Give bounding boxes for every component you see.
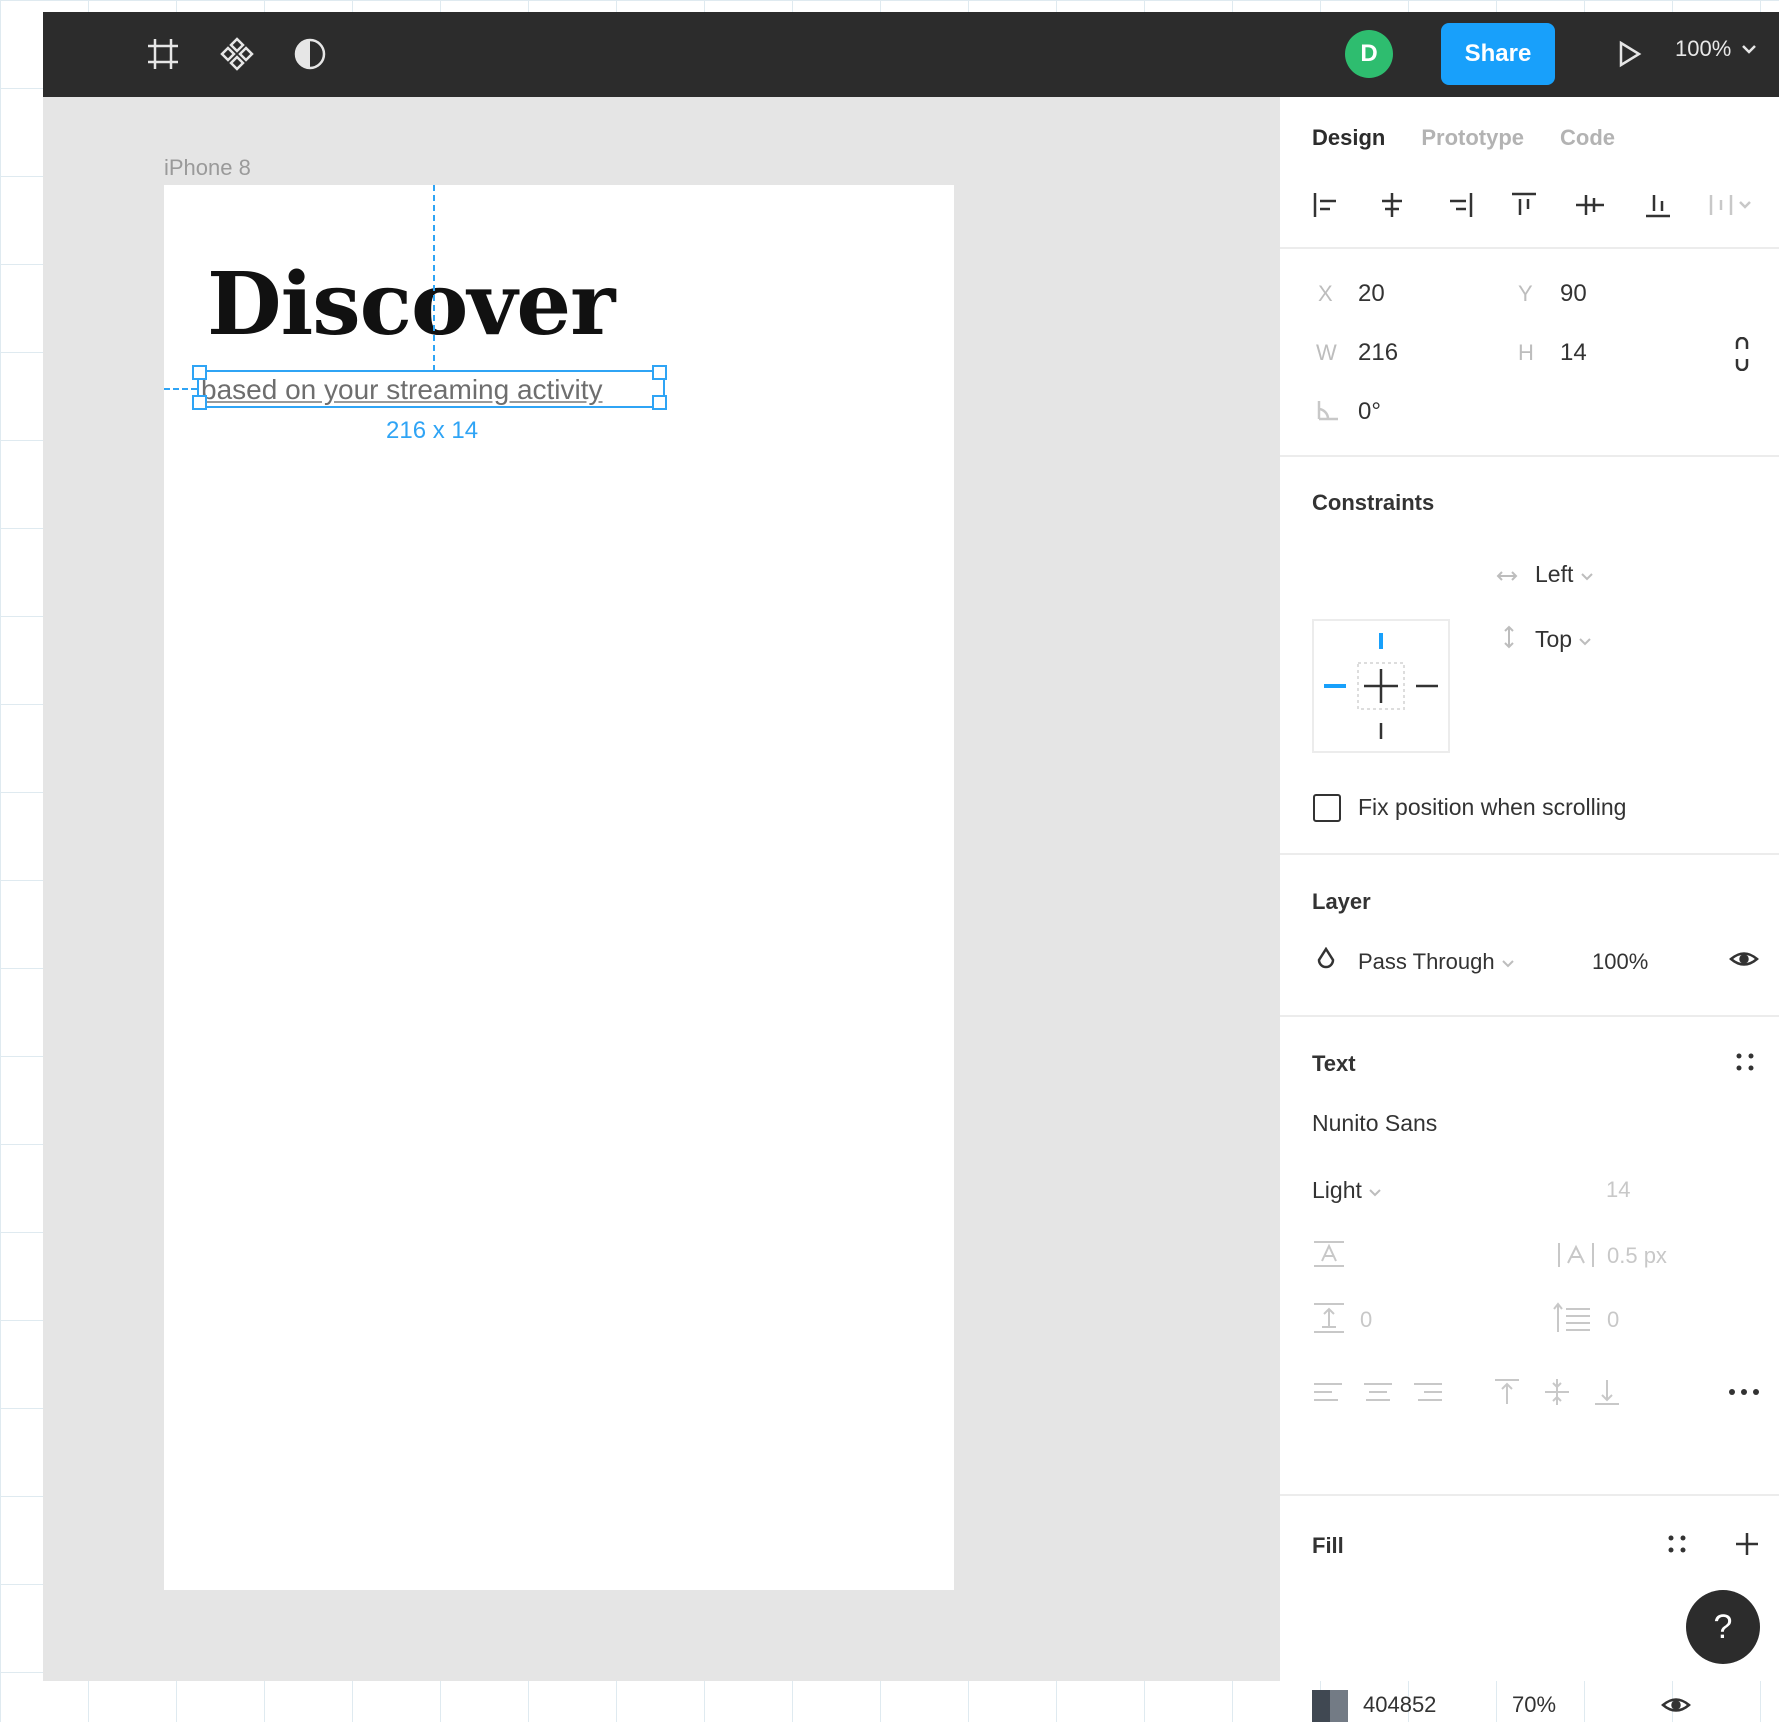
y-label: Y bbox=[1518, 281, 1533, 306]
chevron-down-icon bbox=[1581, 573, 1593, 581]
auto-height-icon[interactable] bbox=[1312, 1239, 1346, 1269]
letter-spacing-icon bbox=[1558, 1243, 1594, 1267]
letter-spacing-input[interactable]: 0.5 px bbox=[1607, 1243, 1667, 1269]
zoom-dropdown[interactable]: 100% bbox=[1675, 36, 1757, 62]
heading-text-layer[interactable]: Discover bbox=[207, 262, 615, 348]
frame-icon[interactable] bbox=[141, 32, 185, 76]
resize-handle-top-left[interactable] bbox=[192, 365, 207, 380]
divider bbox=[1280, 247, 1779, 249]
align-bottom-icon[interactable] bbox=[1642, 191, 1674, 219]
alignment-toolbar bbox=[1312, 185, 1762, 225]
contrast-icon[interactable] bbox=[288, 32, 332, 76]
x-label: X bbox=[1318, 281, 1333, 306]
line-height-icon bbox=[1314, 1303, 1344, 1333]
rotation-icon bbox=[1317, 401, 1338, 421]
figma-window: D Share 100% iPhone 8 Discover based on … bbox=[43, 12, 1779, 1722]
fill-opacity-input[interactable]: 70% bbox=[1512, 1692, 1556, 1718]
avatar[interactable]: D bbox=[1345, 30, 1393, 78]
fill-visibility-eye-icon[interactable] bbox=[1661, 1694, 1691, 1716]
h-input[interactable]: 14 bbox=[1560, 339, 1587, 367]
align-top-icon[interactable] bbox=[1508, 191, 1540, 219]
vertical-align-bottom-icon[interactable] bbox=[1592, 1377, 1622, 1407]
eye-icon[interactable] bbox=[1729, 948, 1759, 970]
font-weight-value: Light bbox=[1312, 1177, 1362, 1203]
play-icon[interactable] bbox=[1608, 32, 1652, 76]
selection-dimensions: 216 x 14 bbox=[386, 417, 479, 444]
font-size-input[interactable]: 14 bbox=[1606, 1177, 1630, 1203]
constrain-proportions-icon[interactable] bbox=[1733, 337, 1751, 371]
font-weight-select[interactable]: Light bbox=[1312, 1177, 1382, 1204]
divider bbox=[1280, 1494, 1779, 1496]
constraints-title: Constraints bbox=[1312, 490, 1435, 515]
w-input[interactable]: 216 bbox=[1358, 339, 1398, 367]
layer-title: Layer bbox=[1312, 889, 1371, 914]
blend-mode-select[interactable]: Pass Through bbox=[1358, 949, 1515, 975]
fill-title: Fill bbox=[1312, 1533, 1344, 1558]
line-height-input[interactable]: 0 bbox=[1360, 1307, 1372, 1333]
text-align-left-icon[interactable] bbox=[1312, 1381, 1344, 1403]
vertical-align-top-icon[interactable] bbox=[1492, 1377, 1522, 1407]
zoom-value: 100% bbox=[1675, 36, 1732, 61]
fill-hex-input[interactable]: 404852 bbox=[1363, 1692, 1436, 1718]
fix-position-checkbox[interactable] bbox=[1313, 794, 1341, 822]
blend-mode-value: Pass Through bbox=[1358, 949, 1495, 974]
horizontal-constraint-select[interactable]: Left bbox=[1535, 561, 1594, 588]
vertical-constraint-icon bbox=[1504, 625, 1514, 649]
tab-code[interactable]: Code bbox=[1560, 125, 1615, 151]
chevron-down-icon bbox=[1579, 638, 1592, 646]
vertical-align-middle-icon[interactable] bbox=[1542, 1377, 1572, 1407]
divider bbox=[1280, 853, 1779, 855]
vertical-constraint-value: Top bbox=[1535, 626, 1573, 652]
chevron-down-icon bbox=[1369, 1189, 1381, 1197]
text-title: Text bbox=[1312, 1051, 1356, 1076]
styles-grid-icon[interactable] bbox=[1734, 1051, 1756, 1073]
resize-handle-bottom-left[interactable] bbox=[192, 395, 207, 410]
tab-design[interactable]: Design bbox=[1312, 125, 1385, 151]
share-button[interactable]: Share bbox=[1441, 23, 1555, 85]
align-vertical-center-icon[interactable] bbox=[1574, 191, 1606, 219]
h-label: H bbox=[1518, 340, 1534, 365]
horizontal-constraint-value: Left bbox=[1535, 561, 1574, 587]
align-right-icon[interactable] bbox=[1442, 191, 1474, 219]
divider bbox=[1280, 455, 1779, 457]
constraint-widget[interactable] bbox=[1312, 619, 1450, 753]
x-input[interactable]: 20 bbox=[1358, 280, 1385, 308]
paragraph-spacing-icon bbox=[1553, 1302, 1590, 1332]
text-align-center-icon[interactable] bbox=[1362, 1381, 1394, 1403]
resize-handle-bottom-right[interactable] bbox=[652, 395, 667, 410]
distribute-spacing-icon[interactable] bbox=[1708, 191, 1758, 219]
add-fill-icon[interactable] bbox=[1734, 1531, 1760, 1557]
vertical-constraint-select[interactable]: Top bbox=[1535, 626, 1592, 653]
font-family-select[interactable]: Nunito Sans bbox=[1312, 1110, 1437, 1137]
fill-color-swatch[interactable] bbox=[1312, 1690, 1348, 1722]
rotation-input[interactable]: 0° bbox=[1358, 398, 1381, 426]
align-horizontal-center-icon[interactable] bbox=[1376, 191, 1408, 219]
paragraph-spacing-input[interactable]: 0 bbox=[1607, 1307, 1619, 1333]
design-panel: Design Prototype Code X 20 Y 90 W 216 H … bbox=[1280, 97, 1779, 1722]
fill-styles-grid-icon[interactable] bbox=[1666, 1533, 1688, 1555]
component-icon[interactable] bbox=[215, 32, 259, 76]
resize-handle-top-right[interactable] bbox=[652, 365, 667, 380]
top-toolbar: D Share 100% bbox=[43, 12, 1779, 97]
chevron-down-icon bbox=[1742, 45, 1757, 54]
constraint-diagram bbox=[1324, 633, 1438, 739]
layer-opacity-input[interactable]: 100% bbox=[1592, 949, 1648, 975]
panel-tabs: Design Prototype Code bbox=[1312, 125, 1615, 151]
help-button[interactable]: ? bbox=[1686, 1590, 1760, 1664]
blend-mode-icon bbox=[1317, 947, 1335, 969]
text-align-right-icon[interactable] bbox=[1412, 1381, 1444, 1403]
frame-label[interactable]: iPhone 8 bbox=[164, 155, 251, 181]
selection-box[interactable] bbox=[197, 370, 665, 408]
chevron-down-icon bbox=[1501, 960, 1514, 968]
horizontal-constraint-icon bbox=[1496, 571, 1518, 581]
divider bbox=[1280, 1015, 1779, 1017]
spacing-guide-horizontal bbox=[164, 388, 197, 390]
tab-prototype[interactable]: Prototype bbox=[1421, 125, 1524, 151]
more-options-icon[interactable] bbox=[1728, 1387, 1760, 1397]
y-input[interactable]: 90 bbox=[1560, 280, 1587, 308]
spacing-guide-vertical bbox=[433, 185, 435, 371]
w-label: W bbox=[1316, 340, 1337, 365]
align-left-icon[interactable] bbox=[1312, 191, 1344, 219]
fix-position-label: Fix position when scrolling bbox=[1358, 794, 1627, 820]
